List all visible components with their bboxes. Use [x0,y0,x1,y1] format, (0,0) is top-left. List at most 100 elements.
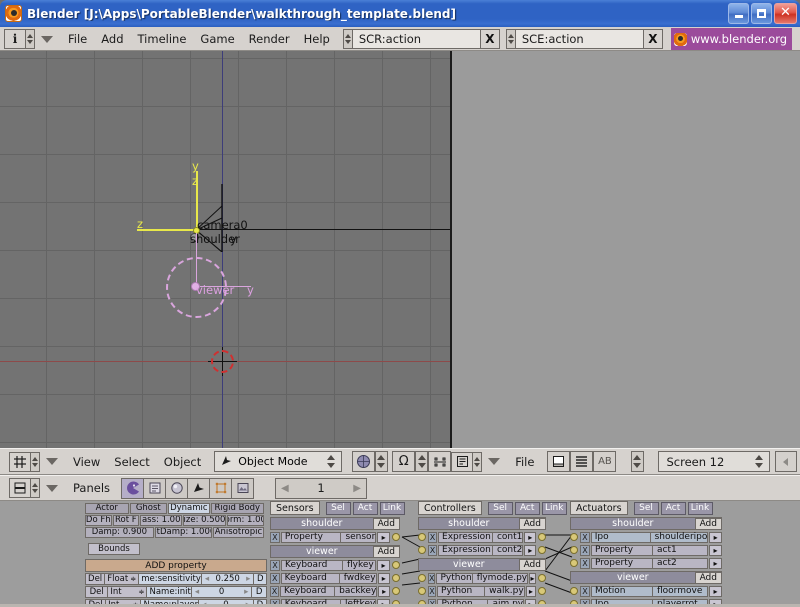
menu-help[interactable]: Help [297,30,337,48]
actuators-act-button[interactable]: Act [660,501,686,515]
rotdamp-field[interactable]: otDamp: 1.000 [154,527,212,538]
frame-prev-icon[interactable]: ◀ [281,483,289,494]
sensor-expand-button[interactable]: ▸ [378,585,390,597]
add-property-button[interactable]: ADD property [85,559,267,572]
actuator-input-socket[interactable] [570,587,578,595]
viewport-canvas[interactable]: y z z camera0 shoulder y viewer y z [0,51,452,448]
screen-layout-selector[interactable]: Screen 12 [658,451,771,472]
sensors-sel-button[interactable]: Sel [325,501,351,515]
property-type-selector[interactable]: Float ≑ [105,573,140,585]
rigid-body-toggle[interactable]: Rigid Body [210,503,264,514]
script-icon[interactable] [143,477,167,499]
form-field[interactable]: orm: 1.00 [226,515,264,526]
screen-layout-spinner[interactable] [753,451,765,472]
controller-expand-button[interactable]: ▸ [524,531,537,543]
file-menu[interactable]: File [508,453,541,471]
maximize-button[interactable] [751,3,772,24]
actuator-name[interactable]: shoulderipo [650,531,709,543]
scene-selector[interactable]: SCE:action X [505,29,663,49]
property-debug-toggle[interactable]: D [254,573,268,585]
viewport-3d[interactable]: y z z camera0 shoulder y viewer y z [0,51,800,448]
sensors-act-button[interactable]: Act [352,501,378,515]
dynamic-toggle[interactable]: Dynamic [168,503,210,514]
screen-name-field[interactable]: SCR:action [352,29,481,49]
sensor-delete-button[interactable]: X [270,572,280,584]
damp-field[interactable]: Damp: 0.900 [85,527,154,538]
sensor-expand-button[interactable]: ▸ [377,572,390,584]
viewport-menu-select[interactable]: Select [107,453,156,471]
blender-website-link[interactable]: www.blender.org [670,28,793,50]
controller-type[interactable]: Python [437,585,486,597]
actuator-delete-button[interactable]: X [580,557,590,569]
mass-field[interactable]: ass: 1.00 [140,515,183,526]
object-icon[interactable] [187,477,211,499]
add-actuator-button[interactable]: Add [694,517,722,530]
logic-icon[interactable] [121,477,145,499]
sort-alpha-button[interactable]: AB [593,451,617,472]
sensor-name[interactable]: sensor [341,531,377,543]
controller-input-socket[interactable] [418,574,426,582]
add-controller-button[interactable]: Add [518,517,546,530]
add-sensor-button[interactable]: Add [372,517,400,530]
window-type-selector[interactable]: i [4,29,35,49]
scene-delete-button[interactable]: X [643,29,663,49]
controller-name[interactable]: cont2 [492,544,524,556]
property-value-field[interactable]: ◂0▸ [191,586,253,598]
window-type-spinner[interactable] [25,29,35,49]
sensor-delete-button[interactable]: X [270,531,280,543]
mode-spinner[interactable] [325,451,337,472]
sensor-output-socket[interactable] [391,587,400,595]
actuator-type[interactable]: Motion [591,585,653,597]
sensor-delete-button[interactable]: X [270,585,280,597]
menu-file[interactable]: File [61,30,94,48]
sensor-name[interactable]: fwdkey [339,572,377,584]
sort-icon[interactable] [631,451,644,472]
shading-icon[interactable] [165,477,189,499]
sensor-name[interactable]: backkey [335,585,378,597]
do-fh-toggle[interactable]: Do Fh [85,515,112,526]
menu-timeline[interactable]: Timeline [131,30,194,48]
add-sensor-button[interactable]: Add [372,545,400,558]
controllers-sel-button[interactable]: Sel [487,501,513,515]
sensors-link-button[interactable]: Link [379,501,405,515]
file-display-mode-group[interactable]: AB [547,451,617,472]
menu-render[interactable]: Render [242,30,297,48]
pivot-selector[interactable]: Ω [392,451,452,472]
left-arrow-icon[interactable] [775,451,797,472]
actuator-delete-button[interactable]: X [580,585,590,597]
property-name-field[interactable]: me:sensitivity [139,573,202,585]
3d-cursor[interactable] [208,347,237,376]
actuator-expand-button[interactable]: ▸ [709,531,722,543]
viewport-window-type-spinner[interactable] [30,451,40,472]
viewport-menu-object[interactable]: Object [157,453,208,471]
actuator-input-socket[interactable] [570,546,578,554]
scene-browse-spinner[interactable] [505,29,516,49]
property-value-field[interactable]: ◂ 0.250 ▸ [201,573,255,585]
controller-delete-button[interactable]: X [428,585,437,597]
actuators-link-button[interactable]: Link [687,501,713,515]
draw-type-selector[interactable] [351,451,388,472]
sensor-type[interactable]: Keyboard [280,572,340,584]
sensor-type[interactable]: Keyboard [280,585,336,597]
screen-browse-spinner[interactable] [342,29,353,49]
rot-fh-toggle[interactable]: Rot F [112,515,140,526]
property-name-field[interactable]: Name:init [147,586,192,598]
thumbnail-view-icon[interactable] [547,451,571,472]
add-controller-button[interactable]: Add [518,558,546,571]
actuator-type[interactable]: Property [591,557,653,569]
ghost-toggle[interactable]: Ghost [129,503,168,514]
property-type-selector[interactable]: Int≑ [108,586,148,598]
screen-selector[interactable]: SCR:action X [342,29,500,49]
property-debug-toggle[interactable]: D [252,586,267,598]
actuator-input-socket[interactable] [570,533,578,541]
file-window-type-selector[interactable] [451,451,483,472]
logic-window-type-selector[interactable] [9,478,40,498]
actuator-type[interactable]: Ipo [590,531,651,543]
object-mode-selector[interactable]: Object Mode [214,451,343,472]
logic-chevron-down-icon[interactable] [46,484,58,492]
sensor-type[interactable]: Keyboard [281,559,343,571]
chevron-down-icon[interactable] [41,35,53,43]
menu-add[interactable]: Add [94,30,130,48]
pivot-spinner[interactable] [415,451,429,472]
sensor-type[interactable]: Property [280,531,342,543]
